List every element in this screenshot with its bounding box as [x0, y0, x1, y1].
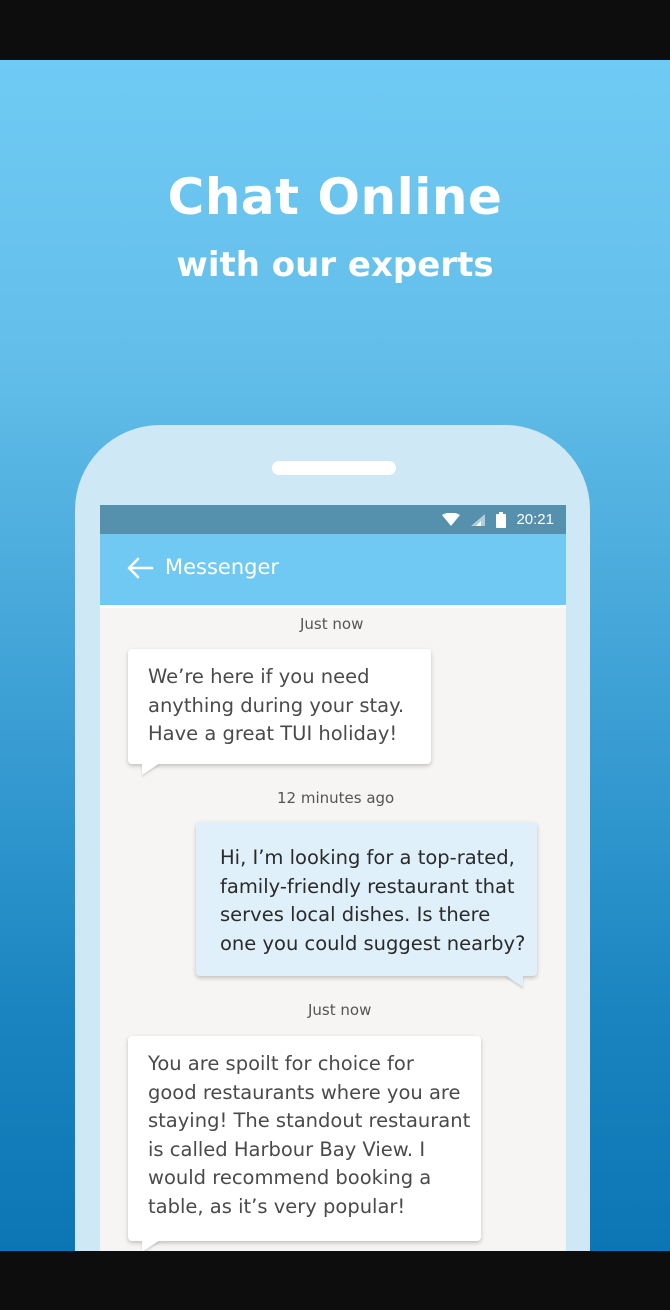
- status-time: 20:21: [516, 511, 554, 528]
- message-line: is called Harbour Bay View. I: [148, 1137, 426, 1161]
- message-line: family-friendly restaurant that: [220, 874, 515, 898]
- wifi-icon: [442, 512, 461, 526]
- message-timestamp: 12 minutes ago: [277, 789, 395, 807]
- bubble-tail: [142, 1240, 160, 1251]
- promo-background: Chat Online with our experts 20:21 Messe…: [0, 60, 670, 1251]
- message-line: staying! The standout restaurant: [148, 1109, 471, 1132]
- message-line: one you could suggest nearby?: [220, 931, 526, 955]
- app-title: Messenger: [165, 555, 280, 579]
- bubble-tail: [505, 975, 523, 987]
- message-timestamp: Just now: [308, 1001, 372, 1019]
- message-line: Have a great TUI holiday!: [148, 722, 398, 745]
- phone-speaker: [272, 461, 396, 475]
- outgoing-message-bubble: Hi, I’m looking for a top-rated, family-…: [196, 822, 537, 987]
- promo-headline: Chat Online: [167, 168, 503, 226]
- message-line: table, as it’s very popular!: [148, 1194, 406, 1218]
- incoming-message-bubble: You are spoilt for choice for good resta…: [128, 1036, 481, 1251]
- signal-icon: [471, 513, 486, 526]
- device-top-bar: [0, 0, 670, 60]
- phone-frame: 20:21 Messenger Just now We’re here if y…: [75, 425, 590, 1251]
- battery-icon: [496, 511, 507, 528]
- message-line: would recommend booking a: [148, 1166, 432, 1189]
- message-line: good restaurants where you are: [148, 1080, 461, 1104]
- message-line: We’re here if you need: [148, 665, 370, 688]
- phone-screen: 20:21 Messenger Just now We’re here if y…: [100, 505, 566, 1251]
- message-line: Hi, I’m looking for a top-rated,: [220, 846, 515, 869]
- message-line: anything during your stay.: [148, 693, 405, 717]
- incoming-message-bubble: We’re here if you need anything during y…: [128, 649, 431, 775]
- arrow-left-icon[interactable]: [126, 556, 154, 580]
- message-line: You are spoilt for choice for: [148, 1052, 414, 1075]
- message-timestamp: Just now: [300, 615, 364, 633]
- app-bar: Messenger: [100, 534, 566, 608]
- device-bottom-bar: [0, 1251, 670, 1310]
- promo-subhead: with our experts: [176, 245, 494, 285]
- status-bar: 20:21: [100, 505, 566, 534]
- message-line: serves local dishes. Is there: [220, 903, 491, 926]
- bubble-tail: [142, 763, 160, 775]
